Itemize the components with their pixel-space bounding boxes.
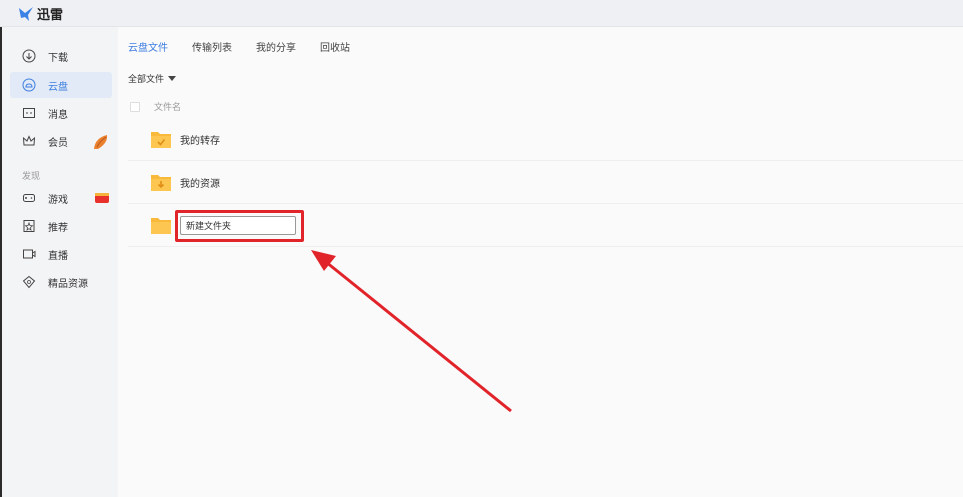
sidebar-item-premium-resources[interactable]: 精品资源: [10, 269, 112, 295]
file-row-new-folder[interactable]: [128, 204, 963, 247]
folder-transfer-icon: [151, 132, 171, 148]
crown-icon: [22, 134, 36, 148]
sidebar-item-label: 消息: [48, 109, 68, 121]
live-video-icon: [22, 247, 36, 261]
column-header-name: 文件名: [154, 103, 182, 113]
title-bar: 迅雷: [0, 0, 963, 27]
tab-transfer-list[interactable]: 传输列表: [192, 39, 232, 54]
diamond-icon: [22, 275, 36, 289]
sidebar-item-label: 推荐: [48, 222, 68, 234]
rename-folder-input[interactable]: [180, 215, 296, 235]
sidebar-item-label: 游戏: [48, 194, 68, 206]
file-name: 我的资源: [180, 178, 220, 190]
folder-icon: [151, 218, 171, 234]
gamepad-icon: [22, 191, 36, 205]
sidebar-item-label: 直播: [48, 250, 68, 262]
main-panel: 云盘文件 传输列表 我的分享 回收站 全部文件 文件名 我的转存 我的资源: [118, 27, 963, 497]
tab-my-shares[interactable]: 我的分享: [256, 39, 296, 54]
sidebar-section-discover: 发现: [22, 172, 41, 182]
file-name: 我的转存: [180, 135, 220, 147]
folder-resource-icon: [151, 175, 171, 191]
message-icon: [22, 106, 36, 120]
tab-bar: 云盘文件 传输列表 我的分享 回收站: [128, 39, 374, 54]
sidebar-item-label: 下载: [48, 52, 68, 64]
app-title: 迅雷: [37, 8, 64, 23]
tab-cloud-files[interactable]: 云盘文件: [128, 39, 168, 54]
caret-down-icon: [168, 76, 177, 81]
sidebar-item-live[interactable]: 直播: [10, 241, 112, 267]
list-header: 文件名: [130, 100, 181, 113]
download-icon: [22, 49, 36, 63]
thunder-bird-icon: [19, 6, 33, 21]
sidebar-item-games[interactable]: 游戏: [10, 185, 112, 211]
sidebar-item-messages[interactable]: 消息: [10, 100, 112, 126]
file-row[interactable]: 我的转存: [128, 118, 963, 161]
file-row[interactable]: 我的资源: [128, 161, 963, 204]
sidebar: 下载 云盘 消息 会员 发现 游戏 推荐 直播 精品资源: [0, 27, 118, 497]
file-filter-label: 全部文件: [128, 75, 165, 85]
app-logo: 迅雷: [18, 4, 63, 23]
sidebar-item-label: 会员: [48, 137, 68, 149]
vip-shell-icon: [92, 133, 110, 154]
select-all-checkbox[interactable]: [130, 101, 140, 112]
sidebar-item-vip[interactable]: 会员: [10, 128, 112, 154]
sidebar-item-label: 精品资源: [48, 278, 88, 290]
recommend-icon: [22, 219, 36, 233]
sidebar-item-label: 云盘: [48, 81, 68, 93]
cloud-icon: [22, 78, 36, 92]
sidebar-item-recommend[interactable]: 推荐: [10, 213, 112, 239]
sidebar-item-cloud[interactable]: 云盘: [10, 72, 112, 98]
tab-recycle-bin[interactable]: 回收站: [320, 39, 350, 54]
file-filter-dropdown[interactable]: 全部文件: [128, 72, 177, 85]
sidebar-item-download[interactable]: 下载: [10, 43, 112, 69]
red-gift-icon: [94, 190, 110, 207]
